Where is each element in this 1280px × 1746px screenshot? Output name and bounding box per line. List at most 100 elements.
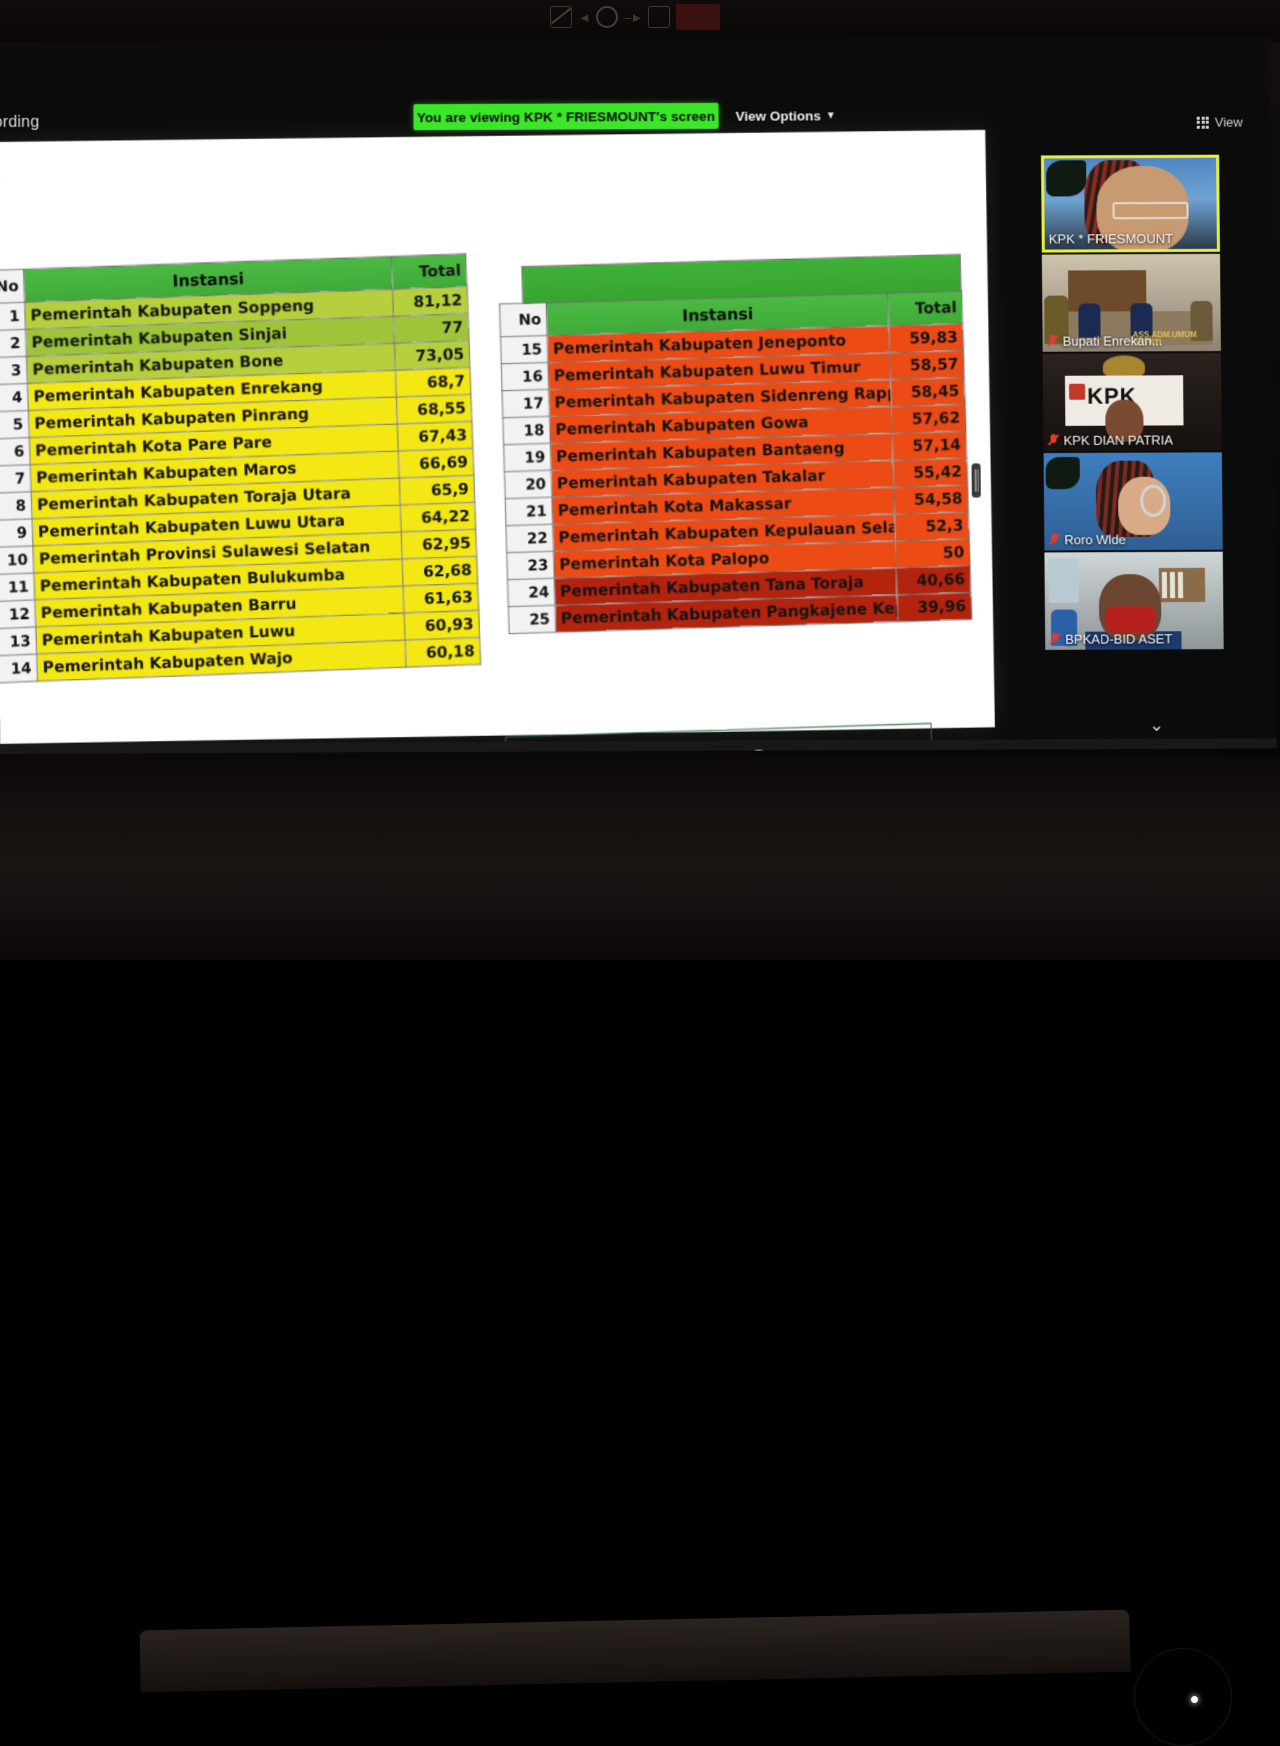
cell-no[interactable]: 5 [0, 410, 29, 439]
cell-no[interactable]: 3 [0, 356, 27, 385]
scroll-down-chevron-icon[interactable]: ⌄ [1149, 715, 1164, 736]
reactions-button[interactable]: + Reactions [803, 748, 863, 754]
cell-no[interactable]: 8 [0, 492, 32, 521]
cell-no[interactable]: 19 [504, 443, 551, 471]
cell-no[interactable]: 12 [0, 600, 36, 629]
cell-no[interactable]: 15 [500, 336, 547, 364]
cell-total[interactable]: 54,58 [894, 485, 969, 514]
cell-total[interactable]: 57,14 [892, 431, 967, 460]
camera-icon [648, 6, 670, 28]
cell-total[interactable]: 50 [895, 539, 970, 568]
unmute-button[interactable]: Unmute [41, 752, 88, 754]
cell-no[interactable]: 14 [0, 654, 38, 683]
mic-muted-icon [1048, 532, 1059, 547]
view-options-label: View Options [735, 108, 820, 123]
cell-total[interactable]: 52,3 [894, 512, 969, 541]
cell-total[interactable]: 81,12 [393, 287, 468, 317]
target-icon [596, 6, 618, 28]
glasses-shape [1112, 202, 1188, 219]
participants-button[interactable]: 74 Participants [476, 750, 548, 754]
mic-muted-icon [57, 752, 72, 754]
book-shape [1178, 572, 1183, 598]
cell-total[interactable]: 66,69 [398, 448, 474, 478]
laptop-hinge [139, 1610, 1130, 1693]
chat-unread-badge: 6 [597, 751, 618, 754]
cell-total[interactable]: 60,18 [405, 637, 481, 667]
view-button-label: View [1215, 115, 1243, 130]
participant-name-label: Bupati Enrekan... [1047, 333, 1163, 349]
cell-no[interactable]: 18 [503, 416, 550, 444]
cell-no[interactable]: 2 [0, 329, 26, 358]
cell-no[interactable]: 6 [0, 438, 30, 467]
shared-screen-content: + No Instansi Total 1Pemerintah Kabupate… [0, 130, 995, 744]
book-shape [1162, 572, 1167, 598]
cell-total[interactable]: 65,9 [399, 475, 475, 505]
chat-button[interactable]: 6 Chat [585, 749, 613, 754]
cell-total[interactable]: 61,63 [403, 583, 479, 613]
cell-no[interactable]: 22 [506, 524, 553, 552]
cell-total[interactable]: 40,66 [896, 566, 971, 595]
screen-share-banner: You are viewing KPK * FRIESMOUNT's scree… [413, 103, 718, 130]
participant-name-label: KPK DIAN PATRIA [1047, 432, 1173, 448]
mic-muted-icon [1047, 334, 1058, 349]
cell-total[interactable]: 68,7 [395, 368, 471, 398]
cell-total[interactable]: 58,45 [890, 377, 965, 406]
cell-no[interactable]: 23 [507, 551, 554, 579]
book-shape [1170, 572, 1175, 598]
participant-name-label: BPKAD-BID ASET [1049, 631, 1172, 647]
cell-total[interactable]: 62,95 [401, 529, 477, 559]
cell-total[interactable]: 57,62 [891, 404, 966, 433]
stop-video-button[interactable]: Stop Video [121, 751, 186, 754]
participant-name-text: KPK DIAN PATRIA [1063, 432, 1173, 448]
record-button[interactable]: Record [737, 749, 781, 754]
window-shape [1048, 558, 1078, 602]
bezel-overlay-icons: ◄ --► [550, 4, 720, 30]
person-shape [1078, 303, 1100, 337]
cell-no[interactable]: 16 [501, 362, 548, 390]
recording-indicator-label: ecording [0, 114, 39, 132]
cell-total[interactable]: 77 [394, 314, 470, 344]
cell-no[interactable]: 20 [504, 470, 551, 498]
view-layout-button[interactable]: View [1197, 115, 1243, 130]
cell-no[interactable]: 25 [508, 605, 555, 633]
share-screen-button[interactable]: Share Screen [641, 749, 721, 754]
arrow-left-icon: ◄ [578, 10, 590, 25]
grid-icon [1197, 116, 1209, 128]
cell-no[interactable]: 24 [508, 578, 555, 606]
cell-total[interactable]: 60,93 [404, 610, 480, 640]
cell-total[interactable]: 59,83 [889, 324, 964, 353]
participant-name-label: KPK * FRIESMOUNT [1049, 231, 1173, 247]
cell-total[interactable]: 68,55 [396, 394, 472, 424]
participant-thumbnail[interactable]: Roro Wlde [1044, 452, 1223, 550]
cell-no[interactable]: 11 [0, 573, 35, 602]
cell-total[interactable]: 55,42 [893, 458, 968, 487]
headphone-shape [1140, 485, 1166, 517]
face-mask-shape [1105, 606, 1155, 632]
participant-thumbnail-active[interactable]: KPK * FRIESMOUNT [1041, 155, 1220, 253]
cell-total[interactable]: 73,05 [394, 341, 470, 371]
cell-total[interactable]: 58,57 [889, 350, 964, 379]
participant-thumbnail[interactable]: BPKAD-BID ASET [1044, 552, 1223, 650]
cell-total[interactable]: 64,22 [400, 502, 476, 532]
cell-no[interactable]: 4 [0, 383, 28, 412]
cell-no[interactable]: 21 [505, 497, 552, 525]
cell-no[interactable]: 13 [0, 627, 37, 656]
cell-no[interactable]: 7 [0, 465, 31, 494]
red-indicator [676, 4, 720, 30]
cell-total[interactable]: 67,43 [397, 421, 473, 451]
participant-thumbnail[interactable]: KPK KPK DIAN PATRIA [1043, 353, 1222, 451]
participant-thumbnail[interactable]: ASS.ADM.UMUMBUPATI Bupati Enrekan... [1042, 254, 1221, 352]
column-header-no: No [0, 269, 25, 304]
column-header-no: No [500, 303, 548, 337]
cell-total[interactable]: 62,68 [402, 556, 478, 586]
cell-no[interactable]: 9 [0, 519, 33, 548]
cell-no[interactable]: 10 [0, 546, 34, 575]
cell-total[interactable]: 39,96 [897, 592, 972, 621]
view-options-button[interactable]: View Options ▼ [735, 104, 835, 126]
panel-resize-handle[interactable] [972, 463, 981, 497]
arrow-right-icon: --► [624, 10, 643, 25]
cell-no[interactable]: 1 [0, 302, 26, 331]
foliage-shape [1046, 457, 1080, 489]
cell-no[interactable]: 17 [502, 389, 549, 417]
participant-name-label: Roro Wlde [1048, 532, 1126, 547]
